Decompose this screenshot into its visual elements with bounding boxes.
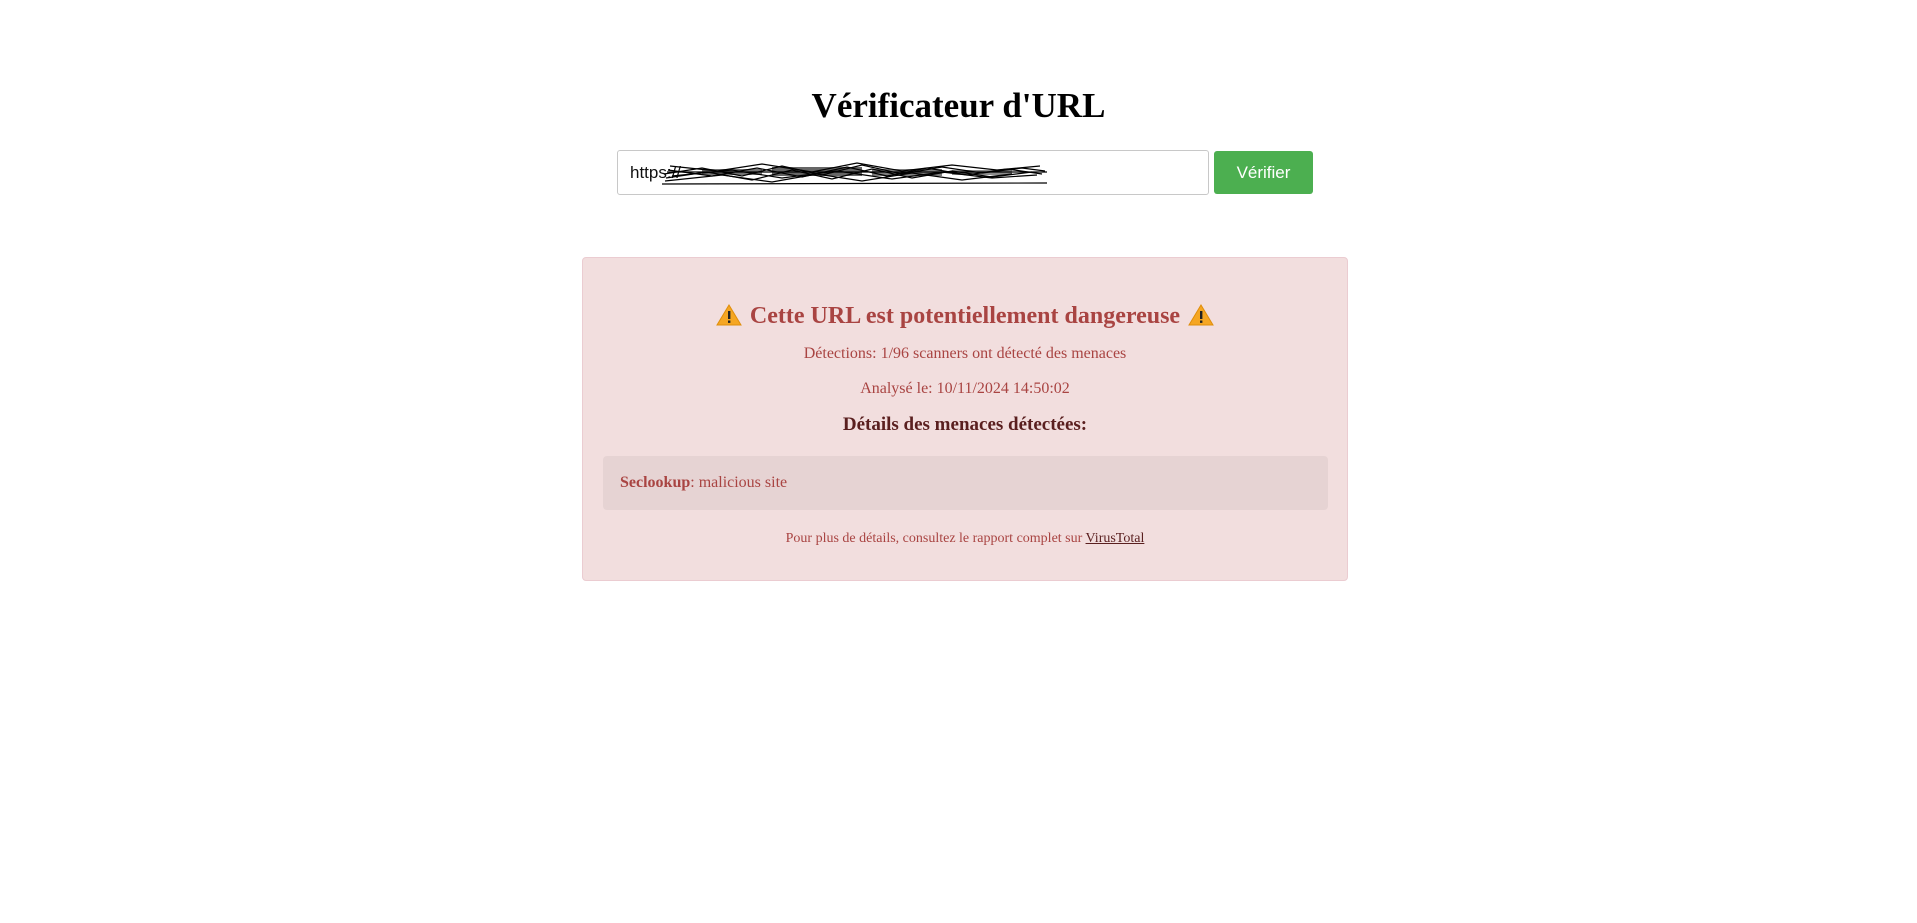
threat-details-heading: Détails des menaces détectées: bbox=[842, 414, 1088, 435]
url-input[interactable]: https:// bbox=[617, 150, 1209, 195]
report-footer-text: Pour plus de détails, consultez le rappo… bbox=[785, 531, 1086, 546]
result-heading: Cette URL est potentiellement dangereuse bbox=[583, 300, 1347, 332]
redaction-scribble bbox=[662, 162, 1047, 185]
warning-icon bbox=[1188, 304, 1214, 326]
detections-text: Détections: 1/96 scanners ont détecté de… bbox=[803, 345, 1127, 362]
warning-icon bbox=[716, 304, 742, 326]
result-panel: Cette URL est potentiellement dangereuse… bbox=[582, 257, 1348, 581]
threat-list-item: Seclookup: malicious site bbox=[603, 456, 1328, 510]
report-footer: Pour plus de détails, consultez le rappo… bbox=[583, 530, 1347, 548]
page-title: Vérificateur d'URL bbox=[811, 86, 1106, 125]
virustotal-link[interactable]: VirusTotal bbox=[1086, 531, 1145, 546]
verify-button[interactable]: Vérifier bbox=[1214, 151, 1313, 194]
result-heading-text: Cette URL est potentiellement dangereuse bbox=[749, 303, 1181, 329]
url-check-form: https:// Vérifier bbox=[617, 150, 1313, 195]
analyzed-date-text: Analysé le: 10/11/2024 14:50:02 bbox=[860, 380, 1070, 397]
threat-engine-name: Seclookup bbox=[620, 474, 691, 491]
threat-verdict: : malicious site bbox=[690, 474, 788, 491]
